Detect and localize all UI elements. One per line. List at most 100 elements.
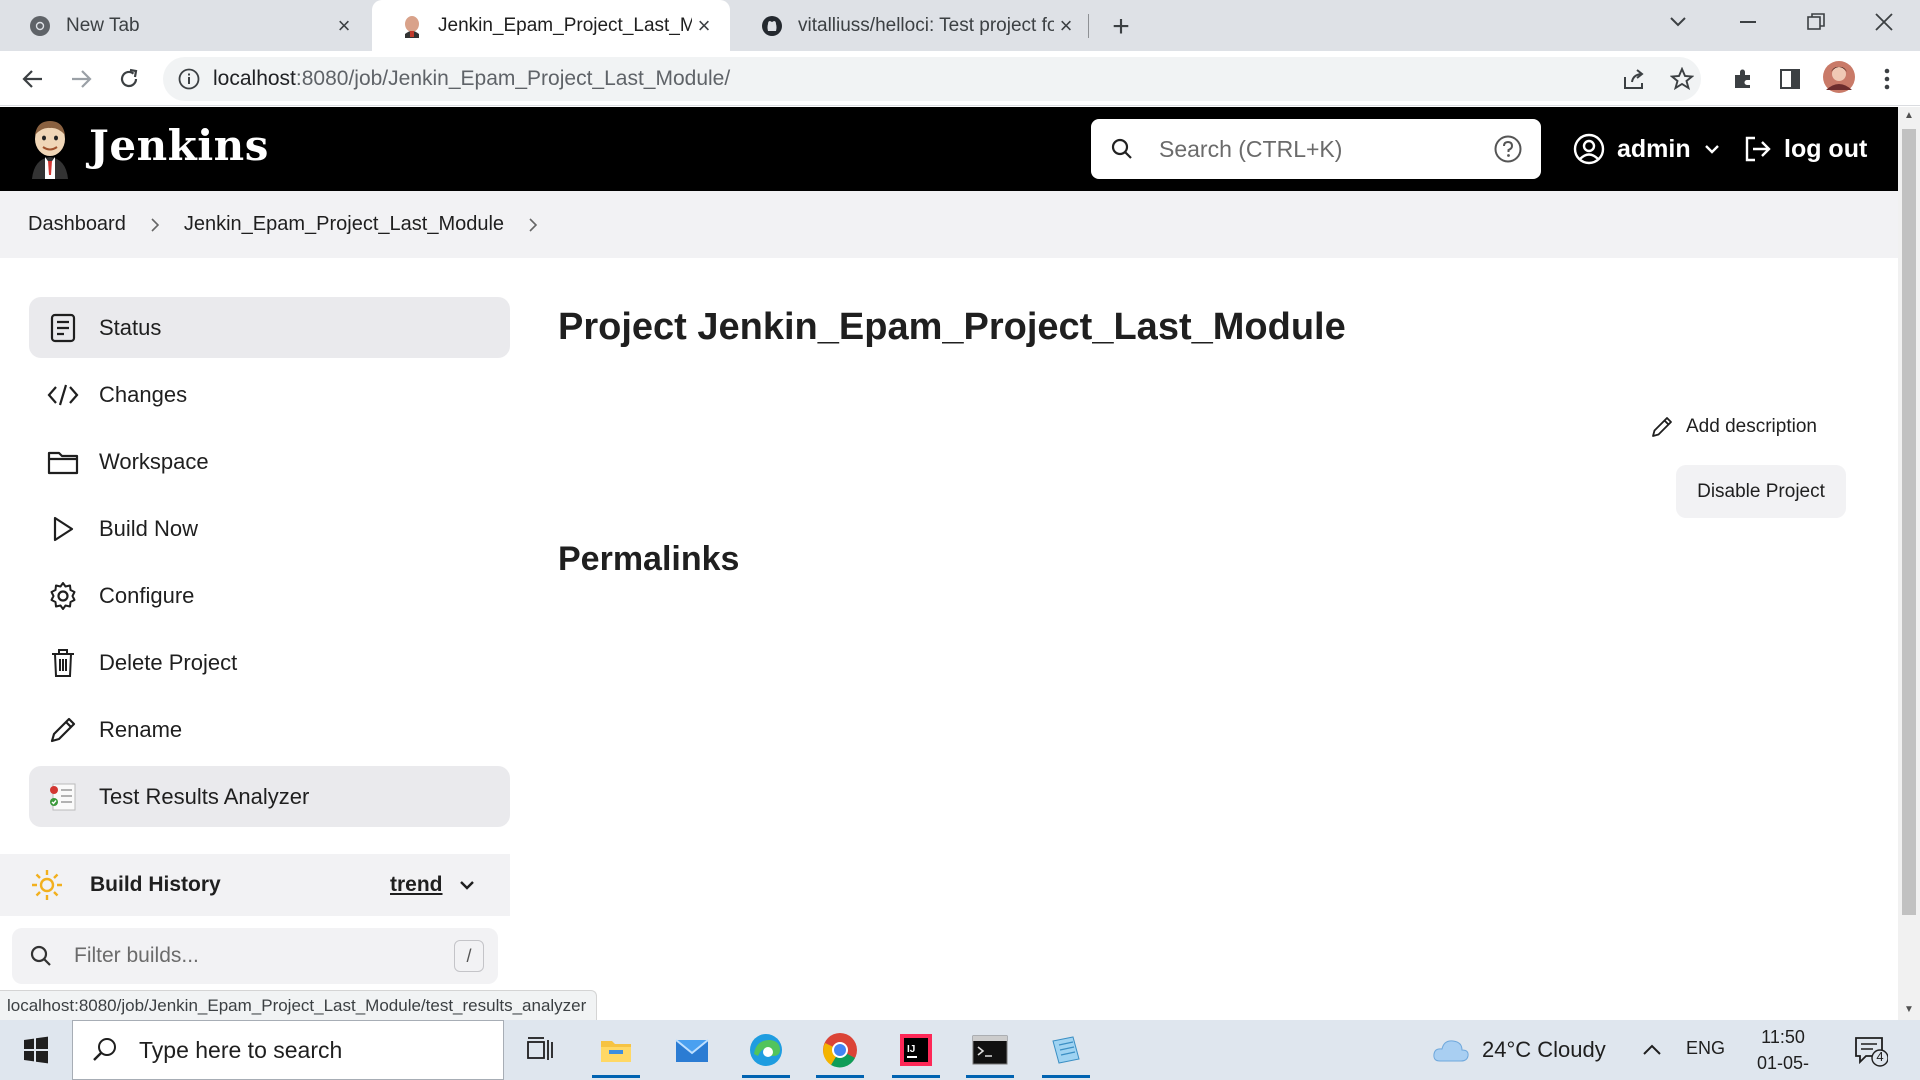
sidebar-item-workspace[interactable]: Workspace — [29, 431, 510, 492]
folder-icon — [47, 446, 79, 478]
sun-icon — [32, 870, 62, 900]
close-window-icon[interactable] — [1854, 0, 1914, 44]
jenkins-header: Jenkins admin log out — [0, 107, 1898, 191]
breadcrumb-project[interactable]: Jenkin_Epam_Project_Last_Module — [184, 213, 504, 236]
chrome-icon — [28, 14, 52, 38]
close-icon[interactable]: × — [1054, 13, 1078, 38]
sidebar-item-build-now[interactable]: Build Now — [29, 498, 510, 559]
help-icon[interactable] — [1493, 134, 1523, 164]
taskbar-search-box[interactable]: Type here to search — [72, 1020, 504, 1080]
system-clock[interactable]: 11:50 01-05-2023 — [1738, 1024, 1828, 1080]
back-arrow-icon[interactable] — [16, 62, 50, 96]
test-results-icon — [47, 781, 79, 813]
chevron-down-icon — [1704, 145, 1719, 154]
sidebar-item-label: Status — [99, 314, 162, 340]
jenkins-icon — [400, 14, 424, 38]
notepad-icon[interactable] — [1038, 1028, 1094, 1078]
chevron-right-icon[interactable] — [148, 217, 162, 232]
profile-avatar[interactable] — [1822, 60, 1856, 94]
sidebar-item-delete-project[interactable]: Delete Project — [29, 632, 510, 693]
filter-builds-input[interactable] — [74, 944, 434, 968]
search-icon — [1111, 138, 1132, 159]
pencil-icon — [1652, 417, 1672, 437]
build-history-title: Build History — [90, 873, 221, 896]
sidebar-item-rename[interactable]: Rename — [29, 699, 510, 760]
add-description-link[interactable]: Add description — [1650, 410, 1817, 444]
page-title: Project Jenkin_Epam_Project_Last_Module — [558, 306, 1346, 348]
sidebar-item-status[interactable]: Status — [29, 297, 510, 358]
sidebar-item-configure[interactable]: Configure — [29, 565, 510, 626]
new-tab-button[interactable]: + — [1104, 10, 1138, 44]
close-icon[interactable]: × — [692, 13, 716, 38]
sidebar-item-label: Rename — [99, 716, 183, 742]
site-info-icon[interactable] — [177, 67, 201, 91]
disable-project-button[interactable]: Disable Project — [1676, 465, 1846, 518]
edge-browser-icon[interactable] — [738, 1028, 794, 1078]
tab-search-chevron-icon[interactable] — [1648, 0, 1708, 44]
reload-icon[interactable] — [112, 62, 146, 96]
breadcrumb-dashboard[interactable]: Dashboard — [28, 213, 126, 236]
side-panel-icon[interactable] — [1773, 62, 1807, 96]
tab-jenkins-project[interactable]: Jenkin_Epam_Project_Last_Module - Jenkin… — [372, 0, 730, 51]
address-bar[interactable]: localhost:8080/job/Jenkin_Epam_Project_L… — [163, 57, 1701, 101]
trash-icon — [47, 647, 79, 679]
scroll-down-arrow-icon[interactable]: ▼ — [1903, 1005, 1915, 1015]
extensions-icon[interactable] — [1726, 62, 1760, 96]
share-icon[interactable] — [1617, 62, 1651, 96]
file-explorer-icon[interactable] — [588, 1028, 644, 1078]
sidebar-item-test-results-analyzer[interactable]: Test Results Analyzer — [29, 766, 510, 827]
bookmark-star-icon[interactable] — [1665, 62, 1699, 96]
chevron-right-icon[interactable] — [526, 217, 540, 232]
gear-icon — [47, 580, 79, 612]
close-icon[interactable]: × — [332, 13, 356, 38]
task-view-icon[interactable] — [512, 1028, 568, 1072]
scroll-up-arrow-icon[interactable]: ▲ — [1903, 111, 1915, 121]
taskbar-search-placeholder: Type here to search — [139, 1036, 343, 1063]
tab-github[interactable]: vitalliuss/helloci: Test project for CI … — [732, 0, 1092, 51]
browser-toolbar: localhost:8080/job/Jenkin_Epam_Project_L… — [0, 51, 1920, 106]
browser-tab-strip: New Tab × Jenkin_Epam_Project_Last_Modul… — [0, 0, 1920, 51]
chevron-up-icon[interactable] — [1640, 1038, 1664, 1062]
user-icon — [1573, 133, 1605, 165]
url-text: localhost:8080/job/Jenkin_Epam_Project_L… — [213, 67, 730, 91]
search-icon — [93, 1038, 116, 1061]
notification-center-icon[interactable]: 4 — [1852, 1032, 1889, 1068]
language-indicator[interactable]: ENG — [1686, 1038, 1725, 1059]
chrome-browser-icon[interactable] — [812, 1028, 868, 1078]
clock-date: 01-05-2023 — [1756, 1053, 1810, 1080]
windows-start-icon[interactable] — [14, 1032, 58, 1068]
logout-icon — [1745, 136, 1771, 162]
filter-builds-box[interactable]: / — [12, 928, 498, 984]
build-history-header: Build History trend — [0, 854, 510, 916]
jenkins-search-box[interactable] — [1091, 119, 1541, 179]
terminal-icon[interactable] — [962, 1028, 1018, 1078]
scrollbar-thumb[interactable] — [1902, 129, 1916, 915]
tab-separator — [1088, 14, 1089, 38]
mail-icon[interactable] — [664, 1028, 720, 1072]
sidebar-item-label: Build Now — [99, 515, 199, 541]
more-menu-icon[interactable] — [1870, 62, 1904, 96]
jenkins-logo[interactable] — [28, 119, 72, 179]
clock-time: 11:50 — [1761, 1027, 1805, 1047]
windows-taskbar: Type here to search IJ 24°C Cloudy ENG 1… — [0, 1020, 1920, 1080]
search-input[interactable] — [1159, 135, 1489, 163]
tab-title: New Tab — [66, 14, 140, 36]
sidebar-item-label: Changes — [99, 381, 188, 407]
permalinks-heading: Permalinks — [558, 540, 740, 578]
weather-text: 24°C Cloudy — [1482, 1037, 1606, 1062]
weather-widget[interactable]: 24°C Cloudy — [1432, 1020, 1606, 1080]
tab-new-tab[interactable]: New Tab × — [0, 0, 370, 51]
trend-link[interactable]: trend — [390, 873, 443, 897]
code-icon — [47, 379, 79, 411]
minimize-icon[interactable] — [1718, 0, 1778, 44]
user-menu[interactable]: admin — [1573, 129, 1721, 169]
restore-icon[interactable] — [1786, 0, 1846, 44]
sidebar-item-changes[interactable]: Changes — [29, 364, 510, 425]
intellij-idea-icon[interactable]: IJ — [888, 1028, 944, 1078]
url-path: :8080/job/Jenkin_Epam_Project_Last_Modul… — [295, 67, 731, 90]
jenkins-brand-title[interactable]: Jenkins — [89, 121, 269, 170]
forward-arrow-icon[interactable] — [64, 62, 98, 96]
chevron-down-icon[interactable] — [457, 875, 477, 895]
logout-link[interactable]: log out — [1742, 129, 1867, 169]
page-scrollbar[interactable]: ▲ ▼ — [1898, 107, 1920, 1020]
